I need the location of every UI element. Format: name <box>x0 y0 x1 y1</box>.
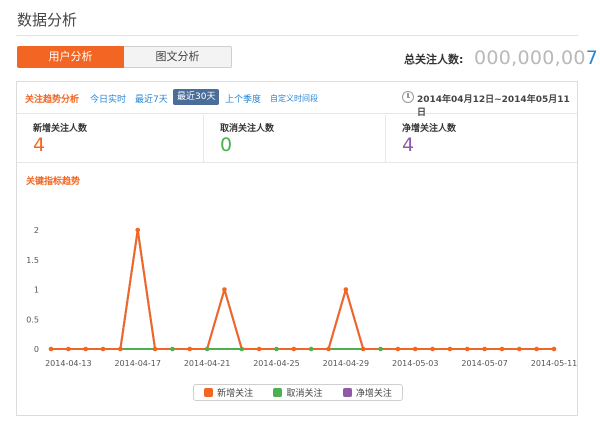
data-point <box>48 346 54 352</box>
x-tick-label: 2014-04-21 <box>184 359 231 368</box>
total-value-last-digit: 7 <box>585 47 599 69</box>
x-tick-label: 2014-04-25 <box>253 359 300 368</box>
data-point <box>187 346 193 352</box>
data-point <box>135 227 141 233</box>
total-followers-value: 000,000,007 <box>474 47 598 69</box>
legend-swatch-new <box>204 388 214 397</box>
data-point <box>360 346 366 352</box>
x-tick-label: 2014-04-17 <box>114 359 161 368</box>
data-point <box>551 346 557 352</box>
data-point <box>152 346 158 352</box>
data-point <box>83 346 88 352</box>
data-point <box>482 346 487 352</box>
data-point <box>395 346 401 352</box>
x-tick-label: 2014-05-11 <box>531 359 577 368</box>
y-tick-label: 1.5 <box>26 256 39 265</box>
data-point <box>534 346 539 352</box>
chart-legend: 新增关注 取消关注 净增关注 <box>193 384 403 401</box>
x-tick-label: 2014-05-07 <box>461 359 508 368</box>
y-tick-label: 0 <box>34 345 39 354</box>
data-point <box>326 346 331 352</box>
data-point <box>412 346 418 352</box>
x-tick-label: 2014-04-29 <box>323 359 370 368</box>
data-point <box>204 346 210 352</box>
legend-label-new: 新增关注 <box>217 389 254 399</box>
x-tick-label: 2014-05-03 <box>392 359 439 368</box>
data-point <box>447 346 453 352</box>
data-point <box>499 346 505 352</box>
legend-swatch-net <box>342 388 352 397</box>
data-point <box>274 346 279 352</box>
page-title: 数据分析 <box>17 11 78 29</box>
legend-label-cancel: 取消关注 <box>286 389 323 399</box>
legend-item-new[interactable]: 新增关注 <box>204 386 253 399</box>
x-tick-label: 2014-04-13 <box>45 359 92 368</box>
legend-item-net[interactable]: 净增关注 <box>342 386 392 399</box>
legend-label-net: 净增关注 <box>355 389 392 399</box>
legend-item-cancel[interactable]: 取消关注 <box>273 386 323 399</box>
trend-chart: 0 0.5 1 1.5 2 2014-04-13 2014-04-17 2014-04-21 2… <box>26 226 577 368</box>
analysis-tabs: 用户分析 图文分析 <box>17 46 232 68</box>
tab-article-analysis[interactable]: 图文分析 <box>124 46 232 68</box>
series-line-new <box>51 229 554 350</box>
data-point <box>291 346 297 352</box>
data-point <box>118 346 123 352</box>
data-point <box>66 346 71 352</box>
title-divider <box>16 35 578 36</box>
total-followers-label: 总关注人数: <box>404 53 464 66</box>
data-point <box>256 346 262 352</box>
data-point <box>222 287 227 292</box>
data-point <box>239 346 245 352</box>
data-point <box>464 346 470 352</box>
data-point <box>378 346 383 352</box>
legend-swatch-cancel <box>273 388 283 397</box>
y-tick-label: 2 <box>34 226 39 235</box>
analysis-panel: 关注趋势分析 今日实时 最近7天 最近30天 上个季度 自定义时间段 2014年… <box>16 81 578 416</box>
total-value-prefix: 000,000,00 <box>474 47 586 69</box>
series-line-net <box>51 229 554 350</box>
data-point <box>308 346 314 352</box>
data-point <box>170 346 175 352</box>
data-point <box>430 346 435 352</box>
data-point <box>517 346 522 352</box>
tab-user-analysis[interactable]: 用户分析 <box>17 46 124 68</box>
data-point <box>100 346 106 352</box>
data-point <box>343 287 349 292</box>
y-tick-label: 0.5 <box>26 315 39 324</box>
y-tick-label: 1 <box>34 286 39 295</box>
